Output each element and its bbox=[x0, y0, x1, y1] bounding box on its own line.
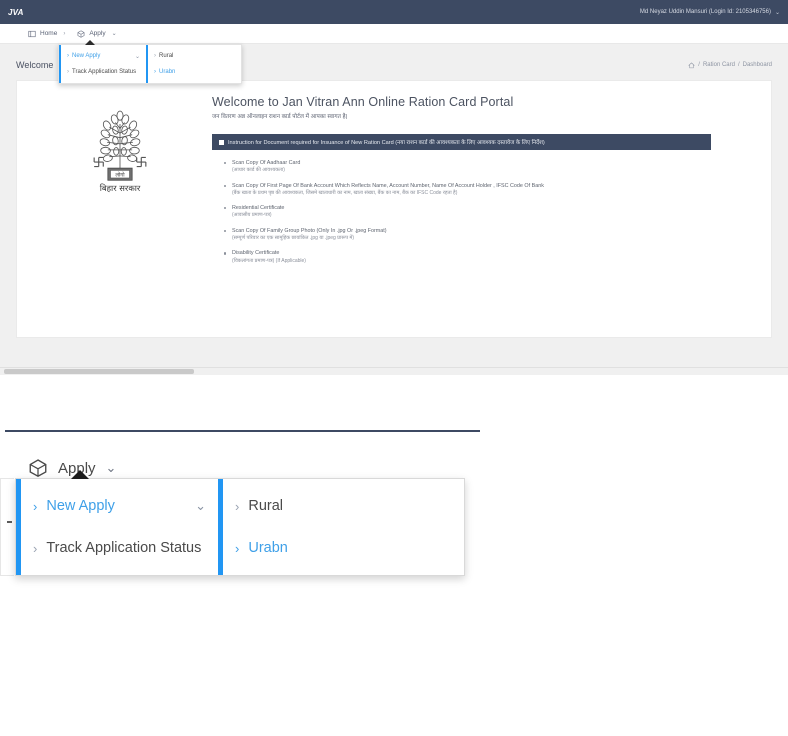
chevron-down-icon: ⌄ bbox=[111, 31, 117, 37]
nav-item-apply[interactable]: Apply ⌄ bbox=[71, 29, 122, 38]
callout-menu-item-rural[interactable]: › Rural bbox=[223, 494, 461, 518]
emblem-column: लोगो बिहार सरकार bbox=[27, 95, 212, 272]
callout-menu-item-urban[interactable]: › Urabn bbox=[223, 536, 461, 560]
menu-item-track-application-status-label: Track Application Status bbox=[72, 69, 137, 76]
cube-icon bbox=[29, 459, 47, 478]
nav-item-home[interactable]: Home › bbox=[22, 30, 71, 38]
list-item: Disability Certificate (विकलांगता प्रमाण… bbox=[224, 249, 711, 265]
scrollbar-thumb[interactable] bbox=[4, 369, 194, 374]
callout-menu-item-urban-label: Urabn bbox=[248, 540, 288, 556]
instruction-banner-text: Instruction for Document required for In… bbox=[228, 140, 545, 146]
emblem-plate-text: लोगो bbox=[115, 171, 125, 178]
primary-nav-strip: Home › Apply ⌄ bbox=[0, 24, 788, 44]
app-logo-jva[interactable]: JVA bbox=[8, 8, 24, 17]
top-navbar: JVA Md Neyaz Uddin Mansuri (Login Id: 21… bbox=[0, 0, 788, 24]
page-title: Welcome bbox=[16, 60, 54, 70]
document-label-hi: (सम्पूर्ण परिवार का एक सामूहिक छायांकित … bbox=[232, 234, 355, 241]
chevron-down-icon: ⌄ bbox=[105, 460, 117, 475]
home-icon[interactable] bbox=[688, 62, 696, 69]
callout-menu-primary-column: › New Apply ⌄ › Track Application Status bbox=[16, 479, 218, 575]
breadcrumb-sep-1: / bbox=[698, 62, 700, 68]
menu-item-rural-label: Rural bbox=[159, 53, 174, 59]
menu-item-rural[interactable]: › Rural bbox=[148, 51, 241, 61]
main-content-card: लोगो बिहार सरकार Welcome to Jan Vitran A… bbox=[16, 80, 772, 338]
nav-item-apply-label: Apply bbox=[89, 30, 106, 37]
chevron-down-icon: ⌄ bbox=[774, 9, 780, 16]
nav-item-home-label: Home bbox=[40, 30, 58, 37]
bihar-government-emblem: लोगो बिहार सरकार bbox=[93, 110, 146, 193]
user-account-label: Md Neyaz Uddin Mansuri (Login Id: 210534… bbox=[639, 9, 771, 15]
chevron-right-icon: › bbox=[67, 53, 69, 60]
window-icon bbox=[28, 30, 36, 37]
chevron-right-icon: › bbox=[67, 69, 69, 76]
chevron-right-icon: › bbox=[235, 540, 240, 556]
document-label-en: Scan Copy Of Family Group Photo (Only In… bbox=[232, 227, 387, 234]
document-label-hi: (आधार कार्ड की आवश्यकता) bbox=[232, 167, 285, 174]
callout-left-edge-tick bbox=[7, 521, 12, 523]
document-label-hi: (विकलांगता प्रमाण-पत्र) (If Applicable) bbox=[232, 257, 306, 264]
callout-apply-dropdown-menu: › New Apply ⌄ › Track Application Status… bbox=[15, 470, 465, 576]
user-account-menu[interactable]: Md Neyaz Uddin Mansuri (Login Id: 210534… bbox=[640, 9, 780, 16]
breadcrumb-item-ration-card[interactable]: Ration Card bbox=[703, 62, 735, 68]
document-label-en: Disability Certificate bbox=[232, 250, 280, 257]
apply-menu-primary-column: › New Apply ⌄ › Track Application Status bbox=[59, 45, 146, 83]
breadcrumb-sep-2: / bbox=[737, 62, 740, 68]
menu-item-urban[interactable]: › Urabn bbox=[148, 67, 241, 77]
callout-menu-item-rural-label: Rural bbox=[248, 498, 283, 514]
apply-dropdown-menu: › New Apply ⌄ › Track Application Status… bbox=[58, 40, 242, 84]
required-documents-list: Scan Copy Of Aadhaar Card (आधार कार्ड की… bbox=[212, 159, 711, 265]
breadcrumb: / Ration Card / Dashboard bbox=[688, 62, 772, 69]
chevron-right-icon: › bbox=[154, 53, 157, 59]
welcome-heading: Welcome to Jan Vitran Ann Online Ration … bbox=[212, 95, 514, 109]
menu-item-urban-label: Urabn bbox=[159, 69, 176, 75]
document-label-en: Residential Certificate bbox=[232, 205, 285, 212]
horizontal-scrollbar[interactable] bbox=[0, 367, 788, 375]
apply-menu-secondary-column: › Rural › Urabn bbox=[146, 45, 241, 83]
callout-menu-item-new-apply[interactable]: › New Apply ⌄ bbox=[21, 494, 218, 518]
list-item: Residential Certificate (आवासीय प्रमाण-प… bbox=[224, 204, 711, 220]
info-icon bbox=[219, 139, 224, 145]
swastika-left bbox=[93, 156, 104, 168]
menu-item-track-application-status[interactable]: › Track Application Status bbox=[61, 67, 146, 77]
emblem-caption: बिहार सरकार bbox=[99, 183, 140, 193]
chevron-right-icon: › bbox=[154, 69, 157, 75]
content-body-column: Welcome to Jan Vitran Ann Online Ration … bbox=[212, 95, 761, 272]
chevron-right-icon: › bbox=[33, 540, 38, 556]
menu-item-new-apply-label: New Apply bbox=[72, 53, 101, 60]
chevron-right-icon: › bbox=[33, 498, 38, 514]
welcome-subheading-hindi: जन वितरण अन्न ऑनलाइन राशन कार्ड पोर्टल म… bbox=[212, 114, 348, 120]
callout-menu-item-track-application-status[interactable]: › Track Application Status bbox=[21, 536, 218, 560]
cube-icon bbox=[77, 29, 85, 38]
breadcrumb-item-dashboard[interactable]: Dashboard bbox=[743, 62, 772, 68]
breadcrumb-separator: › bbox=[63, 30, 66, 37]
document-label-en: Scan Copy Of Aadhaar Card bbox=[232, 160, 301, 166]
list-item: Scan Copy Of Family Group Photo (Only In… bbox=[224, 227, 711, 243]
callout-menu-item-new-apply-label: New Apply bbox=[46, 498, 115, 514]
document-label-hi: (बैंक खाता के प्रथम पृष्ठ की आवश्यकता, ज… bbox=[232, 189, 458, 196]
document-label-hi: (आवासीय प्रमाण-पत्र) bbox=[232, 212, 272, 219]
callout-left-edge-fragment bbox=[0, 478, 14, 576]
chevron-right-icon: › bbox=[235, 498, 240, 514]
list-item: Scan Copy Of Aadhaar Card (आधार कार्ड की… bbox=[224, 159, 711, 175]
instruction-banner: Instruction for Document required for In… bbox=[212, 134, 711, 150]
chevron-down-icon: ⌄ bbox=[135, 53, 141, 60]
browser-viewport: JVA Md Neyaz Uddin Mansuri (Login Id: 21… bbox=[0, 0, 788, 375]
document-label-en: Scan Copy Of First Page Of Bank Account … bbox=[232, 182, 544, 189]
callout-menu-secondary-column: › Rural › Urabn bbox=[218, 479, 461, 575]
callout-top-rule bbox=[5, 430, 480, 432]
list-item: Scan Copy Of First Page Of Bank Account … bbox=[224, 182, 711, 198]
callout-menu-item-track-application-status-label: Track Application Status bbox=[46, 540, 202, 556]
chevron-down-icon: ⌄ bbox=[195, 498, 206, 513]
menu-item-new-apply[interactable]: › New Apply ⌄ bbox=[61, 51, 146, 62]
swastika-right bbox=[135, 156, 146, 168]
